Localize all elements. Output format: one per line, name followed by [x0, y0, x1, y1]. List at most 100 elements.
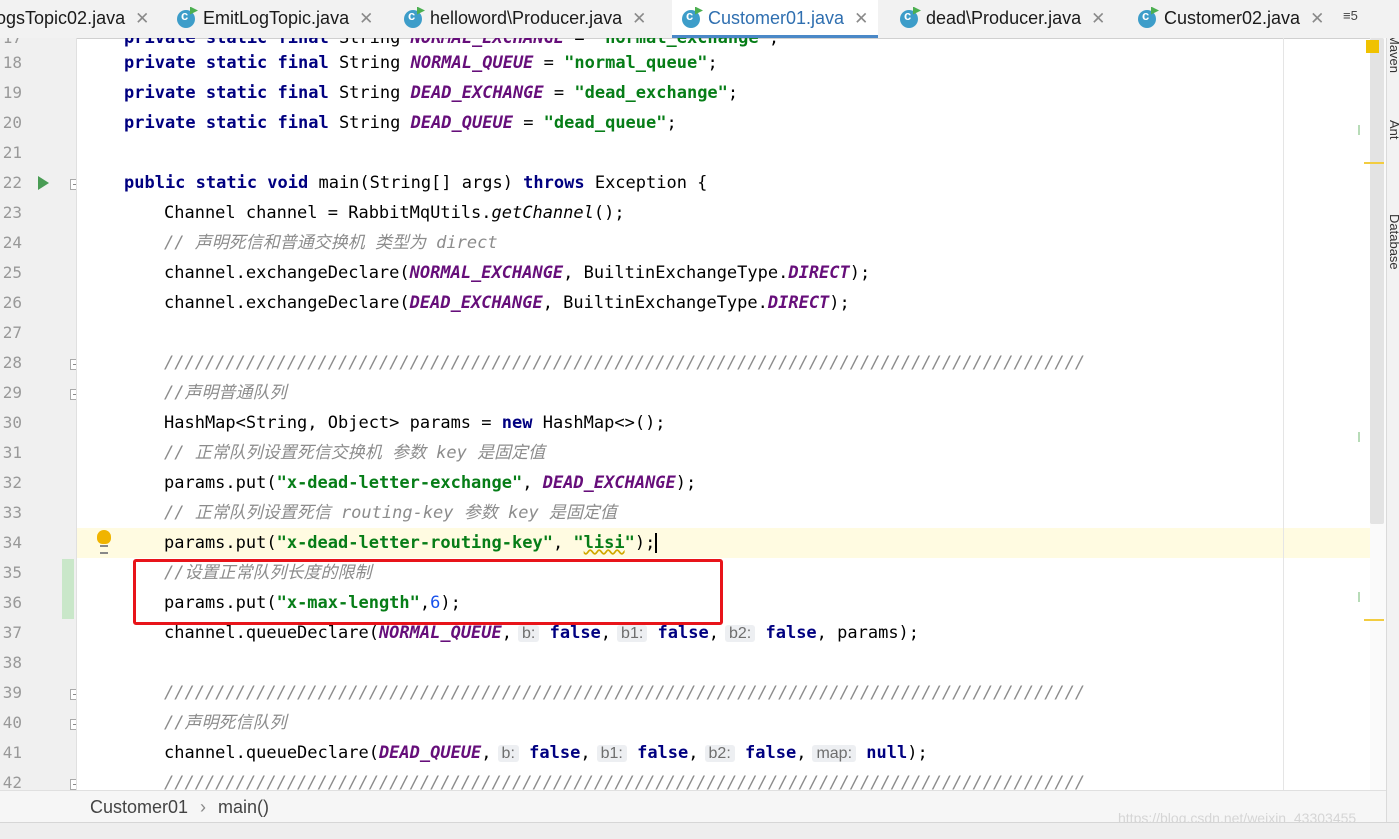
param-hint: b:	[518, 625, 540, 642]
warning-marker[interactable]	[1366, 40, 1379, 53]
line-number: 23	[2, 203, 22, 222]
right-tool-strip: Maven Ant Database	[1386, 38, 1399, 838]
highlight-marker	[1364, 619, 1384, 621]
run-gutter-icon[interactable]	[38, 176, 49, 190]
tab-label: helloword\Producer.java	[430, 8, 623, 28]
line-number: 20	[2, 113, 22, 132]
code-editor[interactable]: private static final String NORMAL_EXCHA…	[77, 38, 1370, 790]
close-icon[interactable]: ✕	[135, 9, 149, 29]
tab-helloword-producer[interactable]: helloword\Producer.java ✕	[404, 0, 646, 37]
right-margin-guide	[1283, 38, 1284, 790]
line-number: 39	[2, 683, 22, 702]
line-number: 31	[2, 443, 22, 462]
tab-logstopic02[interactable]: ogsTopic02.java ✕	[0, 0, 149, 37]
more-tabs-button[interactable]: ≡5	[1343, 8, 1358, 23]
code-line-40: //声明死信队列	[164, 713, 287, 733]
code-line-18: private static final String NORMAL_QUEUE…	[124, 53, 718, 73]
line-number: 22	[2, 173, 22, 192]
tool-window-database[interactable]: Database	[1387, 214, 1399, 270]
code-line-36: params.put("x-max-length",6);	[164, 593, 461, 613]
code-line-22: public static void main(String[] args) t…	[124, 173, 708, 193]
line-number: 21	[2, 143, 22, 162]
code-line-41: channel.queueDeclare(DEAD_QUEUE, b: false…	[164, 743, 928, 763]
line-number: 42	[2, 773, 22, 790]
line-number: 24	[2, 233, 22, 252]
tab-label: ogsTopic02.java	[0, 8, 126, 28]
class-file-icon	[177, 8, 195, 28]
code-line-35: //设置正常队列长度的限制	[164, 563, 372, 583]
close-icon[interactable]: ✕	[1091, 9, 1105, 29]
scrollbar-thumb[interactable]	[1370, 38, 1384, 524]
breadcrumb-method[interactable]: main()	[218, 797, 269, 818]
line-number: 32	[2, 473, 22, 492]
line-number: 33	[2, 503, 22, 522]
line-number: 40	[2, 713, 22, 732]
line-number: 37	[2, 623, 22, 642]
line-number: 41	[2, 743, 22, 762]
code-line-24: // 声明死信和普通交换机 类型为 direct	[164, 233, 498, 253]
change-marker	[1358, 432, 1360, 442]
code-line-23: Channel channel = RabbitMqUtils.getChann…	[164, 203, 625, 223]
param-hint: b2:	[724, 625, 756, 642]
class-file-icon	[404, 8, 422, 28]
line-number: 36	[2, 593, 22, 612]
code-line-25: channel.exchangeDeclare(NORMAL_EXCHANGE,…	[164, 263, 871, 283]
close-icon[interactable]: ✕	[854, 9, 868, 29]
line-number: 29	[2, 383, 22, 402]
text-caret	[655, 533, 658, 553]
tool-window-ant[interactable]: Ant	[1387, 120, 1399, 140]
line-number: 27	[2, 323, 22, 342]
editor-tab-bar: ogsTopic02.java ✕ EmitLogTopic.java ✕ he…	[0, 0, 1399, 39]
line-number: 18	[2, 53, 22, 72]
code-line-19: private static final String DEAD_EXCHANG…	[124, 83, 739, 103]
code-line-26: channel.exchangeDeclare(DEAD_EXCHANGE, B…	[164, 293, 850, 313]
tool-window-maven[interactable]: Maven	[1387, 38, 1399, 73]
param-hint: b1:	[617, 625, 648, 642]
code-line-31: // 正常队列设置死信交换机 参数 key 是固定值	[164, 443, 546, 463]
close-icon[interactable]: ✕	[632, 9, 646, 29]
tab-customer01[interactable]: Customer01.java ✕	[672, 0, 879, 38]
code-line-28: ////////////////////////////////////////…	[164, 353, 1086, 373]
line-number: 26	[2, 293, 22, 312]
tab-label: Customer02.java	[1164, 8, 1301, 28]
breadcrumb-separator: ›	[200, 796, 207, 817]
code-line-30: HashMap<String, Object> params = new Has…	[164, 413, 666, 433]
highlight-marker	[1364, 162, 1384, 164]
close-icon[interactable]: ✕	[1310, 9, 1324, 29]
line-number: 28	[2, 353, 22, 372]
tab-customer02[interactable]: Customer02.java ✕	[1138, 0, 1324, 37]
tab-label: dead\Producer.java	[926, 8, 1082, 28]
code-line-34: params.put("x-dead-letter-routing-key", …	[77, 528, 1370, 558]
line-number: 35	[2, 563, 22, 582]
line-number: 30	[2, 413, 22, 432]
editor-gutter: 17 18 19 20 21 22 23 24 25 26 27 28 29 3…	[0, 38, 76, 790]
change-marker	[1358, 125, 1360, 135]
code-line-33: // 正常队列设置死信 routing-key 参数 key 是固定值	[164, 503, 617, 523]
lightbulb-icon[interactable]	[97, 530, 111, 554]
change-marker	[1358, 592, 1360, 602]
tool-window-bar	[0, 822, 1399, 839]
param-hint: b1:	[596, 745, 627, 762]
line-number: 38	[2, 653, 22, 672]
class-file-icon	[1138, 8, 1156, 28]
tab-emitlogtopic[interactable]: EmitLogTopic.java ✕	[177, 0, 373, 37]
param-hint: map:	[812, 745, 857, 762]
vcs-change-marker	[62, 559, 74, 619]
code-line-37: channel.queueDeclare(NORMAL_QUEUE, b: fal…	[164, 623, 920, 643]
tab-label: Customer01.java	[708, 8, 845, 28]
class-file-icon	[682, 8, 700, 28]
close-icon[interactable]: ✕	[359, 9, 373, 29]
tab-dead-producer[interactable]: dead\Producer.java ✕	[900, 0, 1105, 37]
breadcrumb-class[interactable]: Customer01	[90, 797, 188, 818]
tab-label: EmitLogTopic.java	[203, 8, 350, 28]
param-hint: b2:	[704, 745, 735, 762]
line-number: 34	[2, 533, 22, 552]
code-line-32: params.put("x-dead-letter-exchange", DEA…	[164, 473, 697, 493]
code-line-42: ////////////////////////////////////////…	[164, 773, 1086, 790]
class-file-icon	[900, 8, 918, 28]
code-line-20: private static final String DEAD_QUEUE =…	[124, 113, 677, 133]
code-line-39: ////////////////////////////////////////…	[164, 683, 1086, 703]
line-number: 25	[2, 263, 22, 282]
code-line-29: //声明普通队列	[164, 383, 287, 403]
param-hint: b:	[497, 745, 519, 762]
